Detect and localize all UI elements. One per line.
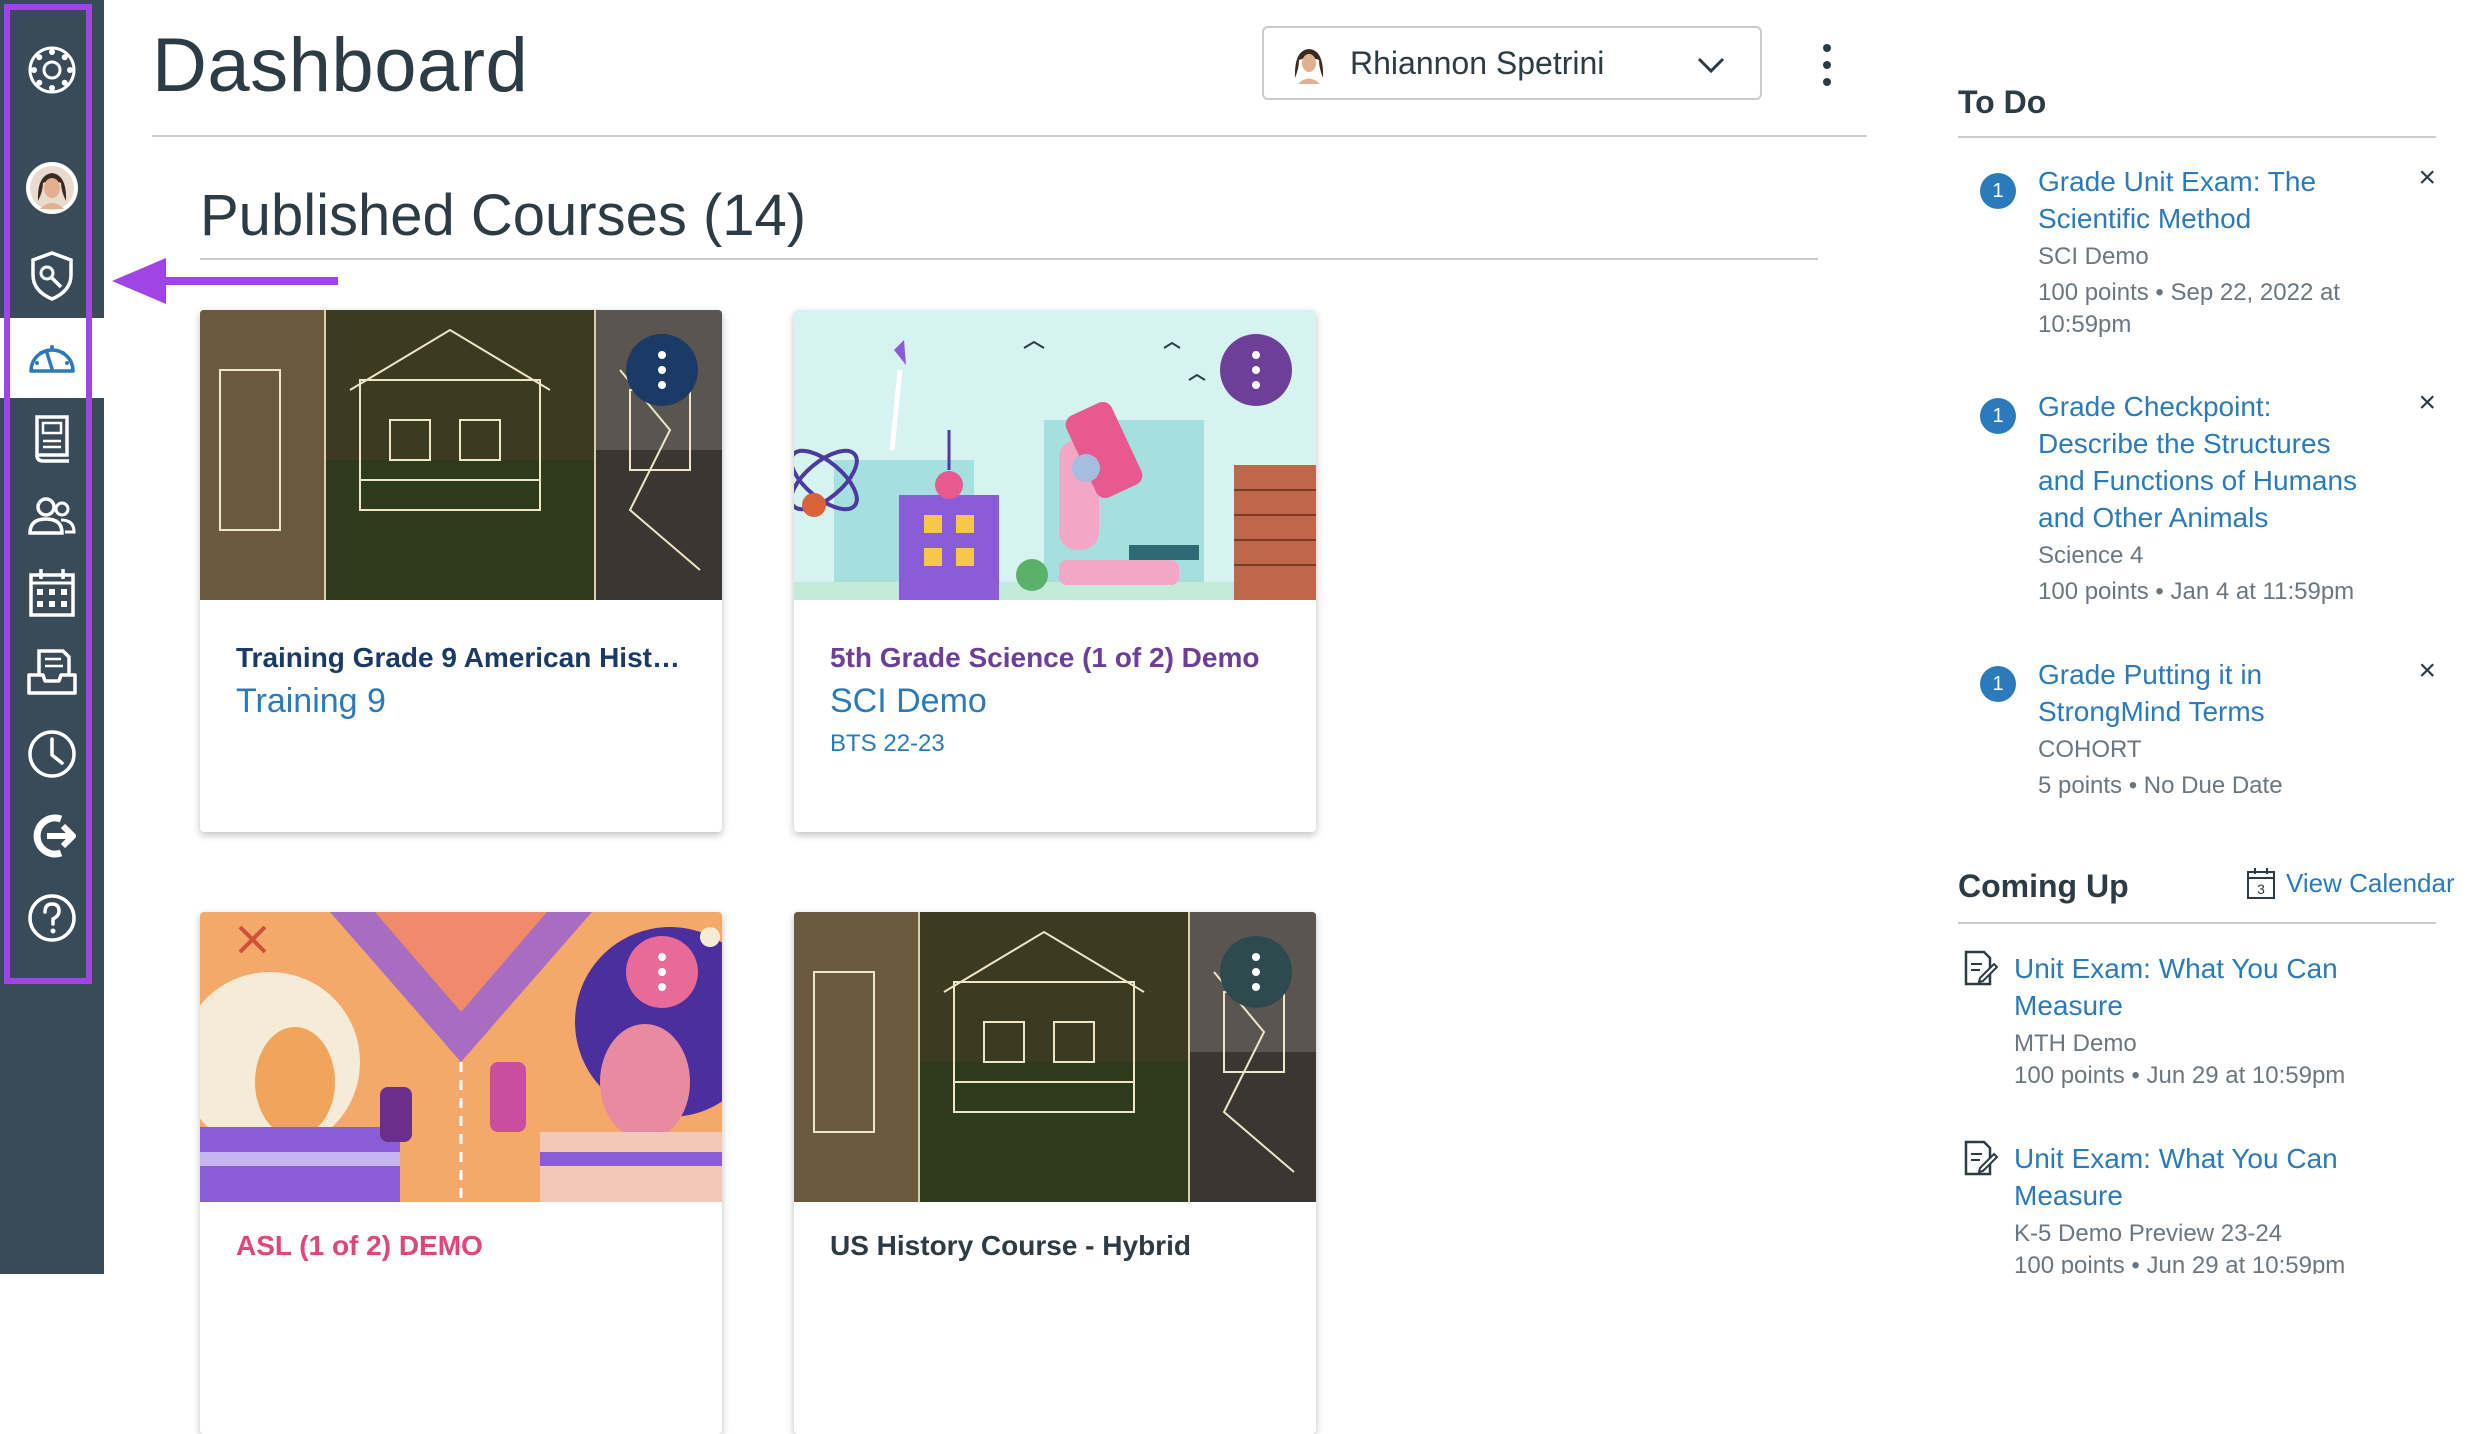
canvas-logo-icon[interactable] xyxy=(0,30,104,110)
course-card-code: SCI Demo xyxy=(830,682,987,720)
user-avatar xyxy=(1287,41,1331,85)
todo-item: 1 Grade Unit Exam: The Scientific Method… xyxy=(1958,163,2436,343)
course-card-title[interactable]: US History Course - Hybrid xyxy=(830,1230,1290,1262)
card-options-kebab-icon[interactable] xyxy=(626,936,698,1008)
inbox-nav-item[interactable] xyxy=(0,632,104,712)
canvas-logo-icon-graphic xyxy=(28,46,76,94)
dashboard-nav-item[interactable] xyxy=(0,318,104,398)
course-card-title[interactable]: Training Grade 9 American History... xyxy=(236,642,696,674)
todo-item-course: Science 4 xyxy=(2038,542,2144,569)
course-card[interactable]: Training Grade 9 American History... Tra… xyxy=(200,310,722,832)
history-nav-item[interactable] xyxy=(0,714,104,794)
todo-item-detail: 5 points • No Due Date xyxy=(2038,772,2283,799)
courses-book-icon xyxy=(35,415,69,463)
calendar-icon: 3 xyxy=(2247,868,2275,899)
help-nav-item[interactable] xyxy=(0,878,104,958)
card-options-kebab-icon[interactable] xyxy=(626,334,698,406)
admin-nav-item[interactable] xyxy=(0,236,104,316)
coming-up-heading: Coming Up xyxy=(1958,868,2129,904)
todo-item-link[interactable]: Grade Putting it in StrongMind Terms xyxy=(2038,656,2378,730)
help-icon xyxy=(28,894,76,942)
dashboard-options-kebab-icon[interactable] xyxy=(1812,40,1842,90)
coming-up-item-detail: 100 points • Jun 29 at 10:59pm xyxy=(2014,1252,2346,1274)
assignment-icon xyxy=(1964,950,1998,986)
todo-count-badge: 1 xyxy=(1980,173,2016,209)
todo-heading: To Do xyxy=(1958,84,2047,120)
view-calendar-label: View Calendar xyxy=(2286,867,2455,898)
close-icon[interactable]: × xyxy=(2418,163,2436,193)
close-icon[interactable]: × xyxy=(2418,656,2436,686)
todo-item-detail: 100 points • Sep 22, 2022 at 10:59pm xyxy=(2038,279,2340,338)
todo-item-link[interactable]: Grade Checkpoint: Describe the Structure… xyxy=(2038,388,2378,536)
course-card-title[interactable]: 5th Grade Science (1 of 2) Demo xyxy=(830,642,1290,674)
coming-up-item-link[interactable]: Unit Exam: What You Can Measure xyxy=(2014,1140,2394,1214)
coming-up-item-course: K-5 Demo Preview 23-24 xyxy=(2014,1220,2283,1247)
course-card[interactable]: US History Course - Hybrid xyxy=(794,912,1316,1434)
user-switcher-select[interactable]: Rhiannon Spetrini xyxy=(1262,26,1762,100)
coming-up-item: Unit Exam: What You Can Measure K-5 Demo… xyxy=(1958,1140,2436,1274)
groups-people-icon xyxy=(28,497,76,535)
todo-item: 1 Grade Checkpoint: Describe the Structu… xyxy=(1958,388,2436,618)
course-card-code: Training 9 xyxy=(236,682,386,720)
coming-up-divider xyxy=(1958,922,2436,924)
course-card-term: BTS 22-23 xyxy=(830,730,945,757)
calendar-day-number: 3 xyxy=(2257,881,2265,897)
admin-shield-icon xyxy=(31,251,73,301)
calendar-nav-item[interactable] xyxy=(0,552,104,632)
calendar-icon xyxy=(29,569,75,617)
view-calendar-link[interactable]: 3 View Calendar xyxy=(2246,866,2455,900)
todo-item: 1 Grade Putting it in StrongMind Terms C… xyxy=(1958,656,2436,816)
global-nav xyxy=(0,0,104,1274)
card-options-kebab-icon[interactable] xyxy=(1220,936,1292,1008)
close-icon[interactable]: × xyxy=(2418,388,2436,418)
section-title: Published Courses (14) xyxy=(200,183,807,248)
course-card[interactable]: ASL (1 of 2) DEMO xyxy=(200,912,722,1434)
course-card-title[interactable]: ASL (1 of 2) DEMO xyxy=(236,1230,696,1262)
section-divider xyxy=(200,258,1818,260)
card-options-kebab-icon[interactable] xyxy=(1220,334,1292,406)
todo-item-detail: 100 points • Jan 4 at 11:59pm xyxy=(2038,578,2355,605)
user-name: Rhiannon Spetrini xyxy=(1350,44,1605,81)
todo-count-badge: 1 xyxy=(1980,398,2016,434)
account-nav-item[interactable] xyxy=(0,148,104,228)
todo-divider xyxy=(1958,136,2436,138)
todo-item-course: COHORT xyxy=(2038,736,2142,763)
todo-item-course: SCI Demo xyxy=(2038,243,2149,270)
dashboard-gauge-icon xyxy=(29,345,75,373)
header-divider xyxy=(152,135,1867,137)
commons-nav-item[interactable] xyxy=(0,796,104,876)
groups-nav-item[interactable] xyxy=(0,476,104,556)
todo-item-link[interactable]: Grade Unit Exam: The Scientific Method xyxy=(2038,163,2378,237)
commons-arrow-icon xyxy=(33,814,76,858)
history-clock-icon xyxy=(28,730,76,778)
inbox-icon xyxy=(27,649,77,695)
page-title: Dashboard xyxy=(152,23,529,108)
coming-up-item-course: MTH Demo xyxy=(2014,1030,2137,1057)
chevron-down-icon xyxy=(1697,57,1725,74)
course-card[interactable]: 5th Grade Science (1 of 2) Demo SCI Demo… xyxy=(794,310,1316,832)
courses-nav-item[interactable] xyxy=(0,398,104,478)
coming-up-item: Unit Exam: What You Can Measure MTH Demo… xyxy=(1958,950,2436,1100)
pointer-arrow xyxy=(112,258,338,304)
todo-count-badge: 1 xyxy=(1980,666,2016,702)
coming-up-item-detail: 100 points • Jun 29 at 10:59pm xyxy=(2014,1062,2346,1089)
assignment-icon xyxy=(1964,1140,1998,1176)
coming-up-item-link[interactable]: Unit Exam: What You Can Measure xyxy=(2014,950,2394,1024)
avatar xyxy=(26,162,78,214)
